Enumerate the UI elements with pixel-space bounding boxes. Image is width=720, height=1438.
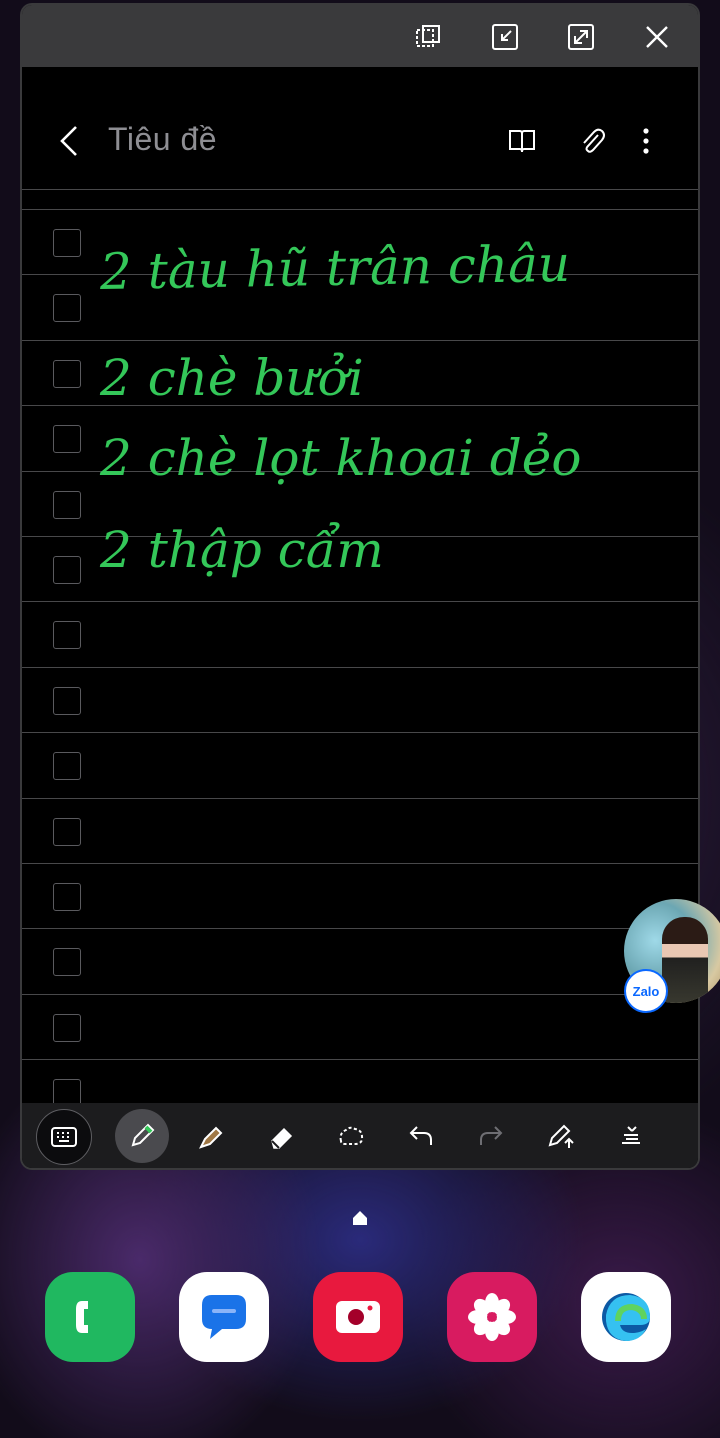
checklist-checkbox[interactable] — [53, 490, 81, 519]
ruled-line — [22, 993, 698, 995]
ruled-line — [22, 601, 698, 603]
note-popup-window: Tiêu đề 2 tàu hũ trân châu 2 chè bưởi 2 … — [22, 5, 698, 1168]
checklist-checkbox[interactable] — [53, 948, 81, 977]
ruled-line — [22, 732, 698, 734]
ruled-line — [22, 1059, 698, 1061]
more-options-button[interactable] — [624, 119, 668, 163]
more-icon — [643, 128, 649, 154]
ruled-line — [22, 797, 698, 799]
handwritten-line: 2 thập cẩm — [100, 521, 384, 579]
minimize-button[interactable] — [487, 19, 523, 55]
handwritten-line: 2 tàu hũ trân châu — [99, 234, 571, 301]
ruled-line — [22, 189, 698, 190]
checklist-checkbox[interactable] — [53, 425, 81, 454]
drawing-toolbar — [22, 1103, 698, 1168]
pen-settings-icon — [548, 1124, 574, 1148]
minimize-icon — [492, 24, 518, 50]
checklist-checkbox[interactable] — [53, 359, 81, 388]
checklist-checkbox[interactable] — [53, 621, 81, 650]
camera-icon — [336, 1301, 380, 1333]
checklist-checkbox[interactable] — [53, 1013, 81, 1042]
eraser-icon — [271, 1127, 293, 1149]
redo-button[interactable] — [464, 1109, 518, 1163]
note-title[interactable]: Tiêu đề — [108, 121, 217, 158]
ruled-line — [22, 209, 698, 210]
phone-app[interactable] — [45, 1272, 135, 1362]
lasso-icon — [339, 1126, 364, 1145]
ruled-line — [22, 863, 698, 864]
book-icon — [509, 130, 535, 153]
lasso-tool-button[interactable] — [324, 1109, 378, 1163]
gallery-app[interactable] — [447, 1272, 537, 1362]
checklist-checkbox[interactable] — [53, 294, 81, 323]
home-indicator-icon[interactable] — [350, 1208, 370, 1228]
pop-out-button[interactable] — [410, 19, 446, 55]
checklist-checkbox[interactable] — [53, 229, 81, 257]
window-title-bar — [22, 5, 698, 67]
note-canvas[interactable]: 2 tàu hũ trân châu 2 chè bưởi 2 chè lọt … — [22, 185, 698, 1105]
checklist-checkbox[interactable] — [53, 883, 81, 911]
reading-mode-button[interactable] — [500, 119, 544, 163]
camera-app[interactable] — [313, 1272, 403, 1362]
undo-button[interactable] — [394, 1109, 448, 1163]
undo-icon — [409, 1126, 432, 1145]
close-window-button[interactable] — [639, 19, 675, 55]
checklist-checkbox[interactable] — [53, 1079, 81, 1105]
pen-settings-button[interactable] — [534, 1109, 588, 1163]
checklist-checkbox[interactable] — [53, 817, 81, 846]
checklist-checkbox[interactable] — [53, 686, 81, 715]
text-align-icon — [622, 1126, 640, 1144]
edge-app[interactable] — [581, 1272, 671, 1362]
keyboard-button[interactable] — [36, 1109, 92, 1165]
ruled-line — [22, 666, 698, 668]
note-header: Tiêu đề — [22, 67, 698, 189]
messages-icon — [202, 1295, 246, 1339]
ruled-line — [22, 928, 698, 930]
pop-out-icon — [416, 25, 440, 47]
keyboard-icon — [51, 1127, 77, 1147]
handwritten-line: 2 chè lọt khoai dẻo — [100, 429, 582, 487]
phone-icon — [76, 1301, 88, 1333]
pen-tool-button[interactable] — [115, 1109, 169, 1163]
edge-browser-icon — [602, 1293, 650, 1341]
close-icon — [646, 26, 668, 48]
checklist-checkbox[interactable] — [53, 556, 81, 584]
ruled-line — [22, 339, 698, 341]
eraser-tool-button[interactable] — [254, 1109, 308, 1163]
maximize-button[interactable] — [563, 19, 599, 55]
zalo-badge: Zalo — [624, 969, 668, 1013]
handwritten-line: 2 chè bưởi — [100, 349, 364, 407]
highlighter-tool-button[interactable] — [184, 1109, 238, 1163]
pen-icon — [131, 1123, 155, 1147]
checklist-checkbox[interactable] — [53, 752, 81, 781]
avatar-photo — [662, 917, 708, 1003]
redo-icon — [480, 1126, 503, 1145]
gallery-flower-icon — [468, 1293, 516, 1341]
attach-icon — [583, 128, 605, 153]
back-button[interactable] — [50, 119, 90, 163]
attach-button[interactable] — [570, 119, 614, 163]
highlighter-icon — [199, 1126, 223, 1149]
messages-app[interactable] — [179, 1272, 269, 1362]
text-align-button[interactable] — [604, 1109, 658, 1163]
back-icon — [60, 126, 77, 156]
maximize-icon — [568, 24, 594, 50]
